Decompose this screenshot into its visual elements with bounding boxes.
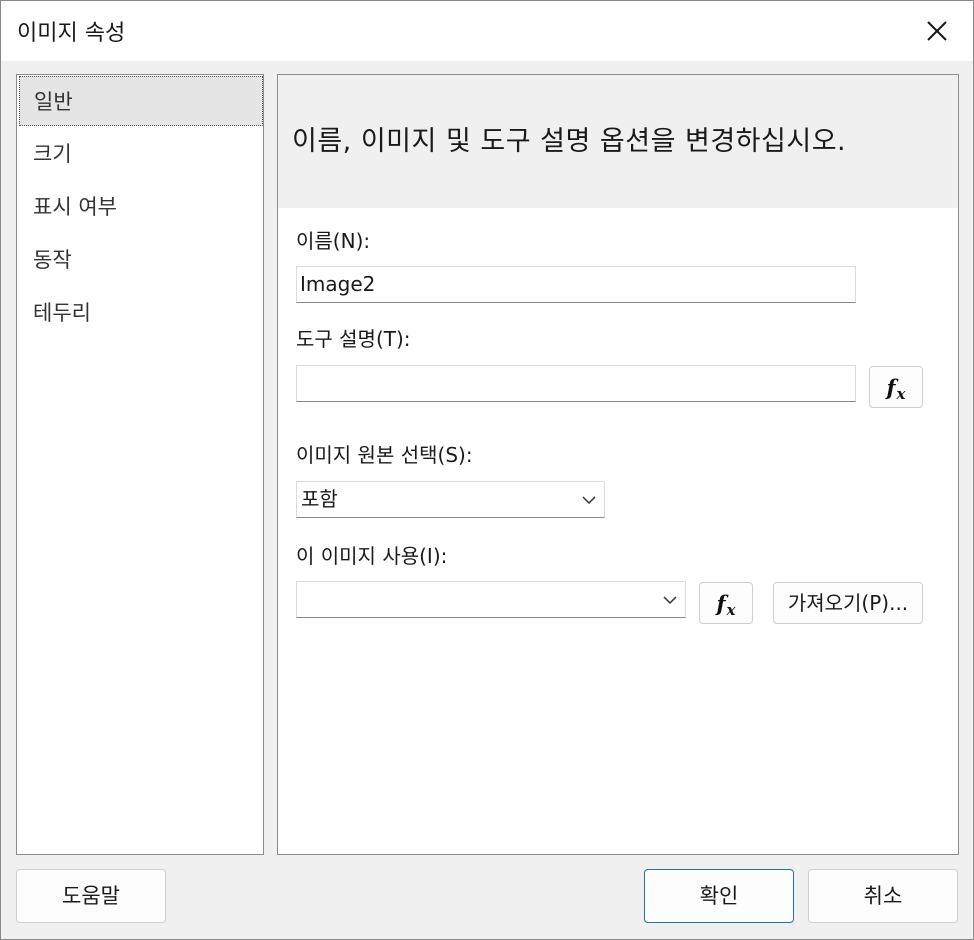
nav-item-size[interactable]: 크기 — [19, 129, 263, 179]
image-expression-button[interactable]: fx — [699, 582, 753, 624]
tooltip-input[interactable] — [296, 365, 856, 402]
ok-button[interactable]: 확인 — [644, 869, 794, 923]
panel-header: 이름, 이미지 및 도구 설명 옵션을 변경하십시오. — [278, 75, 958, 208]
image-properties-dialog: 이미지 속성 일반 크기 표시 여부 동작 테두리 이름, 이미지 및 도구 설… — [0, 0, 974, 940]
name-input[interactable]: Image2 — [296, 266, 856, 303]
fx-icon: fx — [886, 374, 906, 403]
general-panel: 이름, 이미지 및 도구 설명 옵션을 변경하십시오. 이름(N): Image… — [277, 74, 959, 855]
fx-icon: fx — [716, 590, 736, 619]
use-image-label: 이 이미지 사용(I): — [296, 544, 448, 568]
name-label: 이름(N): — [296, 229, 371, 253]
nav-item-border[interactable]: 테두리 — [19, 288, 263, 338]
nav-item-general[interactable]: 일반 — [19, 76, 263, 126]
tooltip-expression-button[interactable]: fx — [869, 366, 923, 408]
help-button[interactable]: 도움말 — [16, 869, 166, 923]
import-button[interactable]: 가져오기(P)... — [773, 582, 923, 624]
chevron-down-icon — [663, 596, 677, 605]
use-image-select[interactable] — [296, 581, 686, 618]
source-label: 이미지 원본 선택(S): — [296, 443, 473, 467]
nav-item-action[interactable]: 동작 — [19, 235, 263, 285]
close-icon — [927, 21, 947, 41]
title-bar: 이미지 속성 — [1, 1, 973, 61]
tooltip-label: 도구 설명(T): — [296, 327, 411, 351]
panel-header-text: 이름, 이미지 및 도구 설명 옵션을 변경하십시오. — [292, 126, 847, 157]
category-list: 일반 크기 표시 여부 동작 테두리 — [16, 74, 264, 855]
close-button[interactable] — [915, 11, 959, 51]
dialog-title: 이미지 속성 — [17, 21, 126, 46]
nav-item-visibility[interactable]: 표시 여부 — [19, 182, 263, 232]
source-select[interactable]: 포함 — [296, 481, 605, 518]
source-select-value: 포함 — [301, 487, 338, 511]
chevron-down-icon — [582, 496, 596, 505]
cancel-button[interactable]: 취소 — [808, 869, 958, 923]
